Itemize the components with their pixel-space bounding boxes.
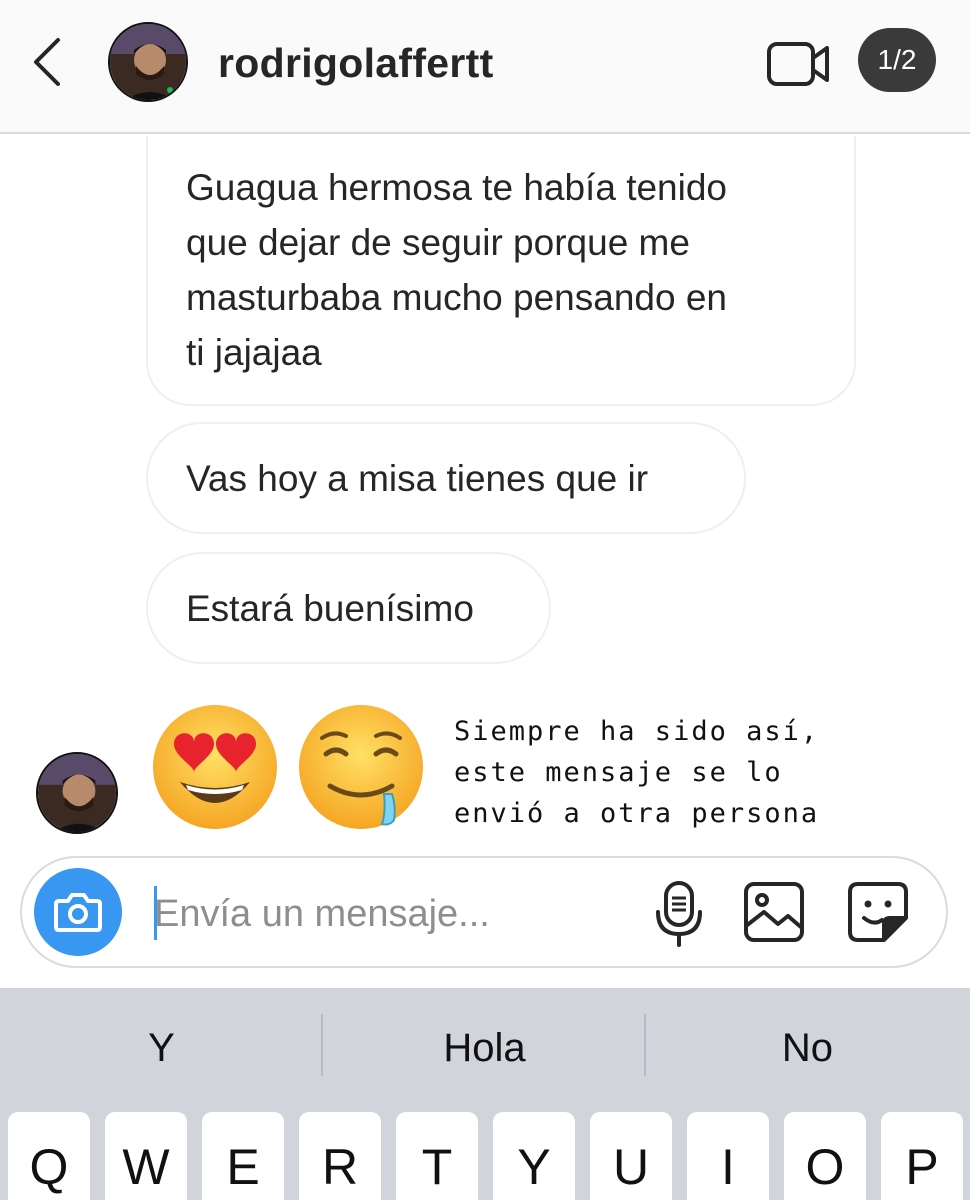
key-w[interactable]: W: [105, 1112, 187, 1200]
page-indicator-badge: 1/2: [858, 28, 936, 92]
microphone-icon: [656, 881, 702, 947]
avatar[interactable]: [108, 22, 188, 102]
key-u[interactable]: U: [590, 1112, 672, 1200]
chevron-left-icon: [34, 38, 60, 86]
gallery-icon: [744, 882, 804, 942]
drooling-face-emoji[interactable]: [296, 702, 426, 832]
back-button[interactable]: [28, 36, 68, 88]
annotation-line: envió a otra persona: [454, 798, 820, 829]
chat-username[interactable]: rodrigolaffertt: [218, 40, 494, 87]
annotation-text: Siempre ha sido así, este mensaje se lo …: [454, 711, 924, 834]
message-bubble[interactable]: Vas hoy a misa tienes que ir: [146, 422, 746, 534]
message-line: que dejar de seguir porque me: [186, 222, 690, 263]
annotation-line: este mensaje se lo: [454, 757, 783, 788]
video-camera-icon: [767, 42, 829, 86]
gallery-button[interactable]: [742, 880, 806, 944]
message-text: Estará buenísimo: [186, 587, 474, 629]
key-p[interactable]: P: [881, 1112, 963, 1200]
key-t[interactable]: T: [396, 1112, 478, 1200]
video-call-button[interactable]: [766, 38, 832, 90]
message-line: masturbaba mucho pensando en: [186, 277, 727, 318]
key-r[interactable]: R: [299, 1112, 381, 1200]
key-y[interactable]: Y: [493, 1112, 575, 1200]
voice-message-button[interactable]: [652, 880, 706, 948]
annotation-line: Siempre ha sido así,: [454, 716, 820, 747]
message-input[interactable]: [154, 882, 624, 946]
message-line: Guagua hermosa te había tenido: [186, 167, 727, 208]
suggestion-item[interactable]: Y: [0, 988, 323, 1108]
key-i[interactable]: I: [687, 1112, 769, 1200]
camera-icon: [54, 893, 102, 932]
message-text: Vas hoy a misa tienes que ir: [186, 457, 649, 499]
key-e[interactable]: E: [202, 1112, 284, 1200]
sticker-icon: [848, 882, 908, 942]
message-bubble[interactable]: Guagua hermosa te había tenido que dejar…: [146, 136, 856, 406]
suggestion-item[interactable]: Hola: [323, 988, 646, 1108]
heart-eyes-emoji[interactable]: [150, 702, 280, 832]
sticker-button[interactable]: [846, 880, 910, 944]
suggestion-item[interactable]: No: [646, 988, 969, 1108]
chat-header: rodrigolaffertt 1/2: [0, 0, 970, 134]
onscreen-keyboard: Y Hola No Q W E R T Y U I O P: [0, 988, 970, 1200]
key-o[interactable]: O: [784, 1112, 866, 1200]
message-bubble[interactable]: Estará buenísimo: [146, 552, 551, 664]
message-line: ti jajajaa: [186, 332, 322, 373]
sender-avatar[interactable]: [36, 752, 118, 834]
key-q[interactable]: Q: [8, 1112, 90, 1200]
camera-button[interactable]: [34, 868, 122, 956]
predictive-bar: Y Hola No: [0, 988, 970, 1108]
message-composer: [20, 856, 948, 968]
message-thread: Guagua hermosa te había tenido que dejar…: [0, 136, 970, 856]
